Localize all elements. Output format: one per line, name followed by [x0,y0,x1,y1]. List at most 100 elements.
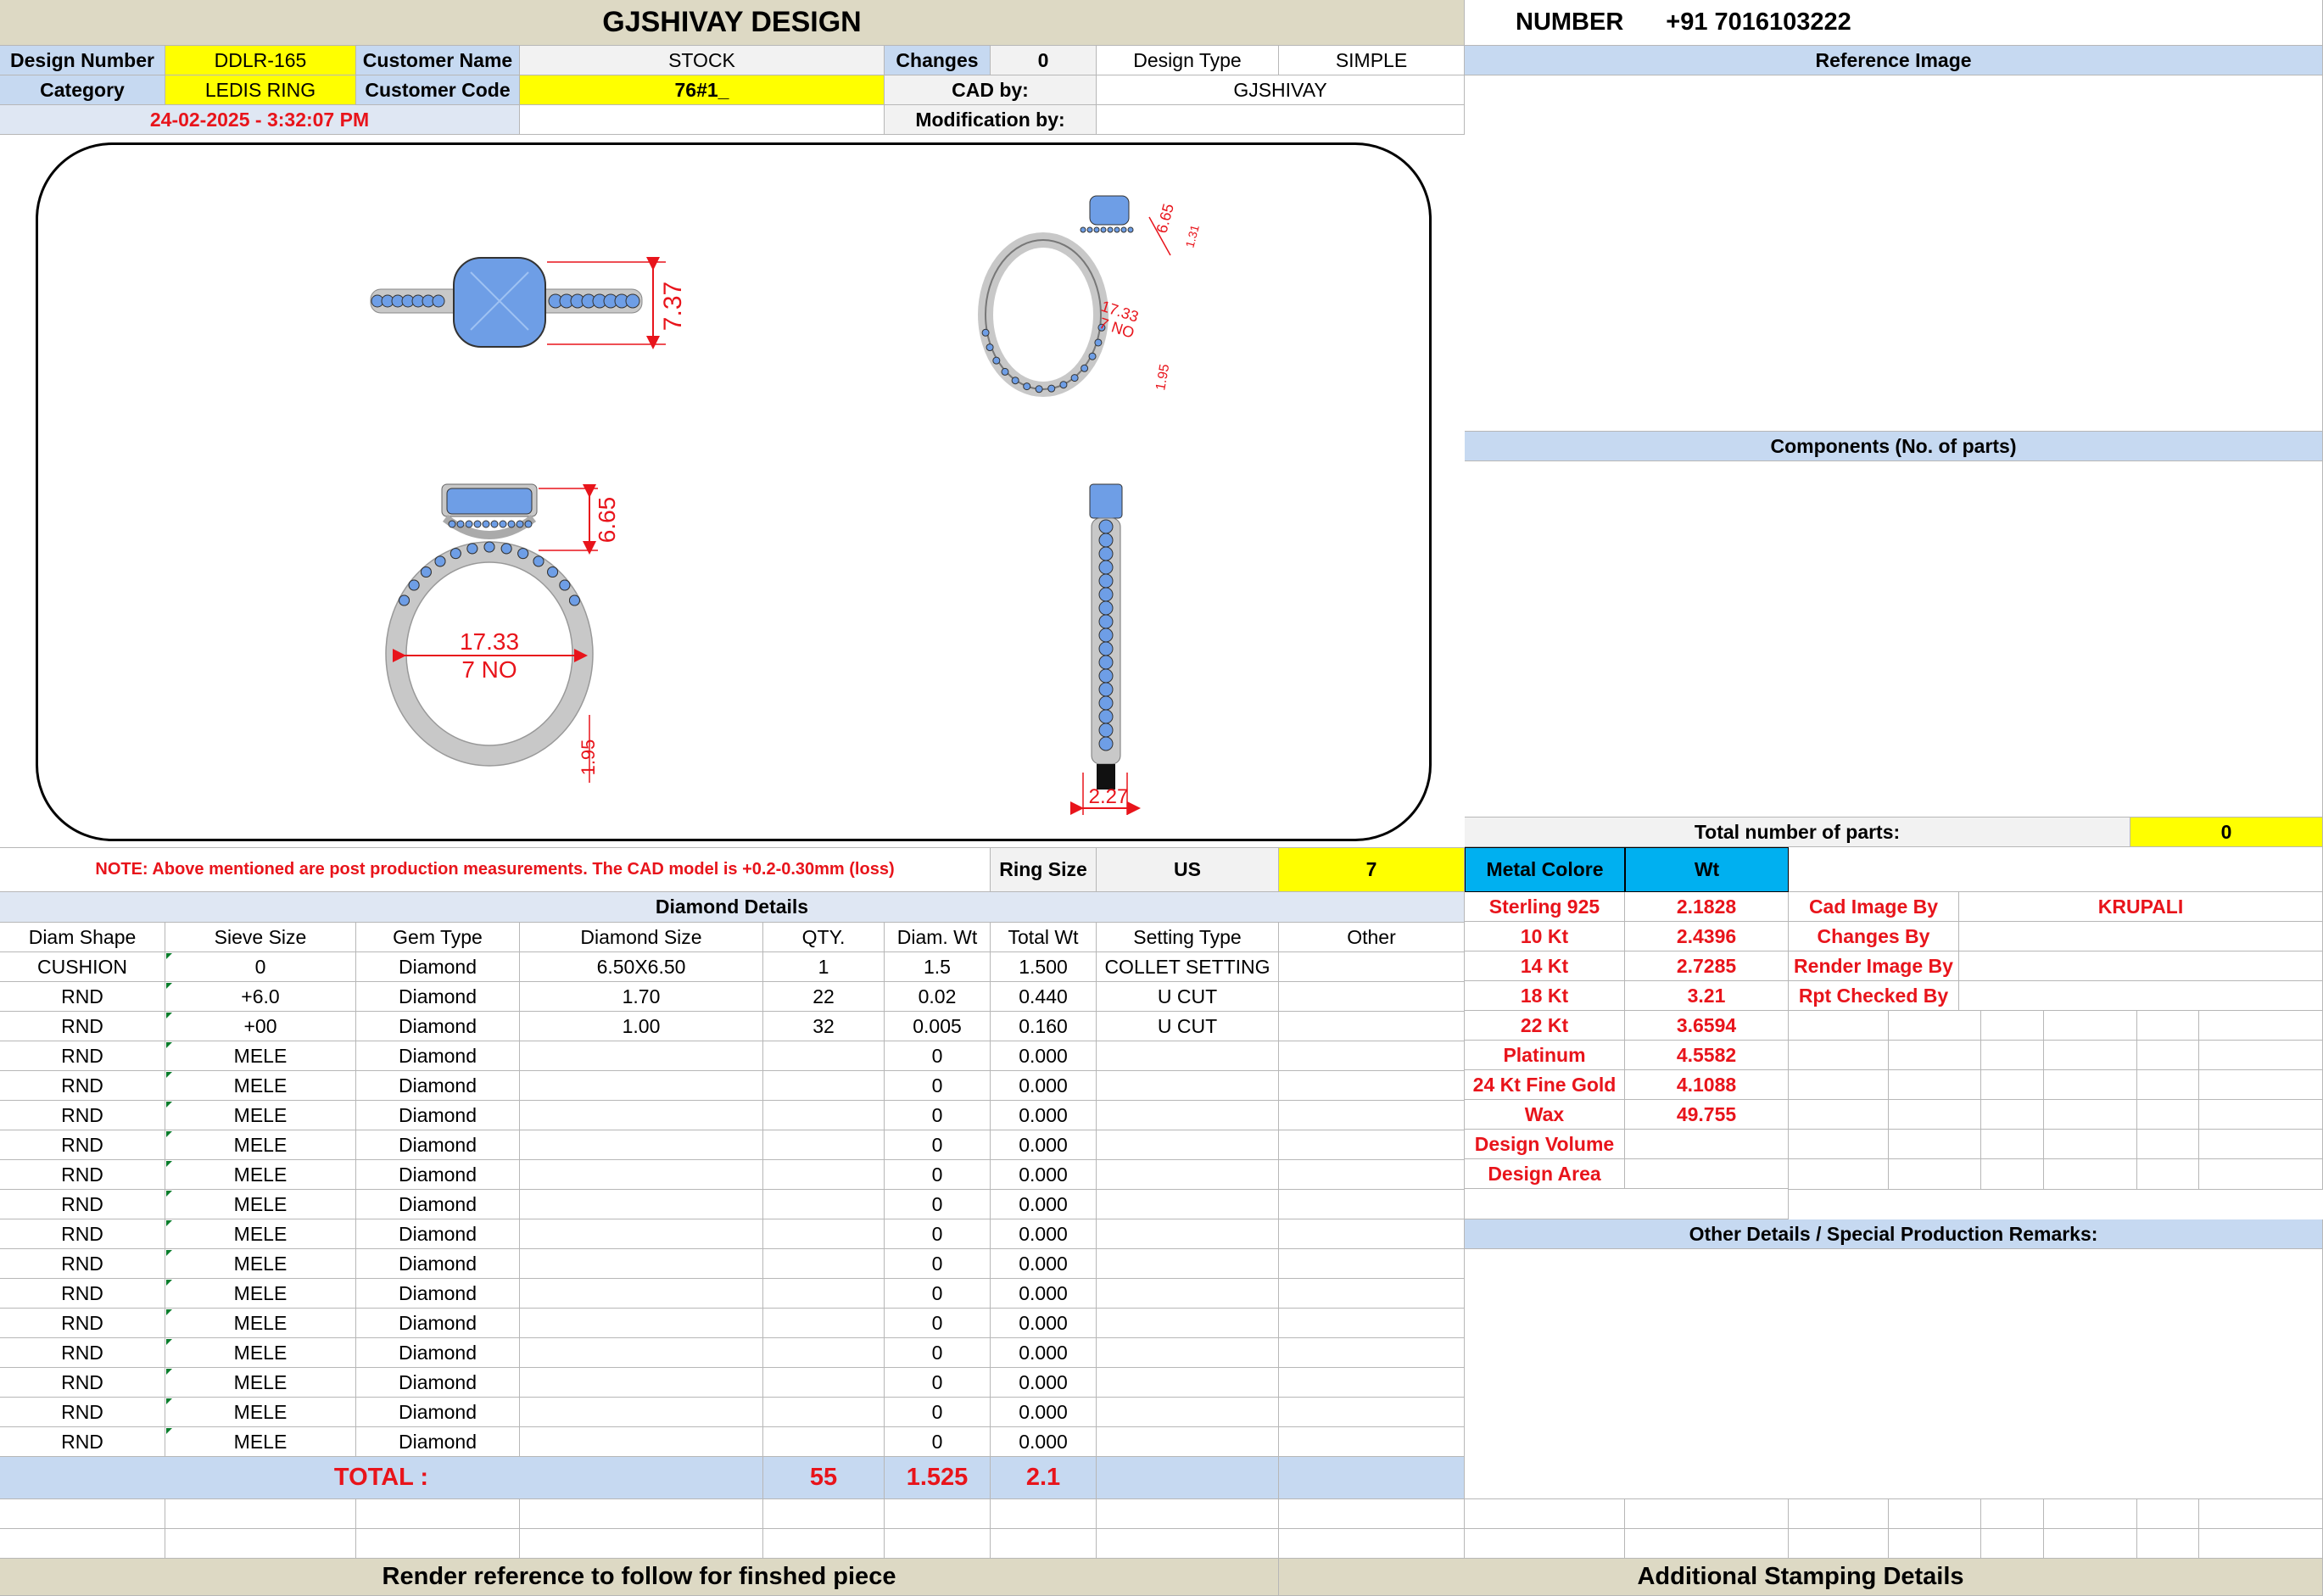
blank-cell[interactable] [885,1499,991,1529]
blank-cell[interactable] [165,1499,356,1529]
diamond-cell[interactable]: 0.000 [991,1071,1097,1101]
diamond-cell[interactable]: 0.000 [991,1279,1097,1309]
diamond-cell[interactable]: 0.000 [991,1398,1097,1427]
diamond-cell[interactable]: Diamond [356,1041,520,1071]
diamond-cell[interactable]: 6.50X6.50 [520,952,763,982]
customer-name-value[interactable]: STOCK [520,46,885,75]
diamond-cell[interactable]: MELE [165,1398,356,1427]
diamond-cell[interactable]: RND [0,1279,165,1309]
diamond-cell[interactable] [1279,1130,1465,1160]
diamond-cell[interactable]: U CUT [1097,982,1279,1012]
diamond-cell[interactable]: MELE [165,1427,356,1457]
grid-cell[interactable] [1981,1070,2044,1100]
diamond-cell[interactable]: 0 [885,1190,991,1219]
diamond-cell[interactable]: Diamond [356,982,520,1012]
diamond-cell[interactable] [1279,1338,1465,1368]
blank-cell[interactable] [520,1529,763,1559]
grid-cell[interactable] [1889,1011,1981,1041]
grid-cell[interactable] [2044,1070,2137,1100]
diamond-cell[interactable] [763,1130,885,1160]
diamond-cell[interactable]: 0 [885,1249,991,1279]
ring-size-value[interactable]: 7 [1279,847,1465,892]
customer-code-value[interactable]: 76#1_ [520,75,885,105]
diamond-cell[interactable]: RND [0,1309,165,1338]
diamond-cell[interactable] [1279,1219,1465,1249]
diamond-cell[interactable] [1279,1368,1465,1398]
grid-cell[interactable] [1981,1041,2044,1070]
grid-cell[interactable] [1981,1100,2044,1130]
diamond-cell[interactable] [520,1130,763,1160]
diamond-cell[interactable]: 0.000 [991,1101,1097,1130]
blank-cell[interactable] [2137,1499,2199,1529]
grid-cell[interactable] [1889,1070,1981,1100]
blank-cell[interactable] [1981,1499,2044,1529]
diamond-cell[interactable]: 0.000 [991,1309,1097,1338]
credit-value[interactable] [1959,922,2323,951]
metal-weight[interactable]: 2.4396 [1625,922,1789,951]
grid-cell[interactable] [1981,1130,2044,1159]
diamond-cell[interactable] [763,1279,885,1309]
diamond-cell[interactable] [520,1398,763,1427]
diamond-cell[interactable] [520,1041,763,1071]
grid-cell[interactable] [1789,1130,1889,1159]
grid-cell[interactable] [1789,1070,1889,1100]
diamond-cell[interactable]: Diamond [356,1309,520,1338]
diamond-cell[interactable] [520,1309,763,1338]
diamond-cell[interactable] [520,1160,763,1190]
diamond-cell[interactable]: 0.000 [991,1160,1097,1190]
total-parts-value[interactable]: 0 [2130,818,2323,847]
diamond-cell[interactable] [763,1041,885,1071]
metal-weight[interactable]: 3.6594 [1625,1011,1789,1041]
grid-cell[interactable] [2199,1100,2323,1130]
diamond-cell[interactable]: 1.70 [520,982,763,1012]
diamond-cell[interactable]: 0 [885,1041,991,1071]
diamond-cell[interactable] [763,1398,885,1427]
blank-cell[interactable] [2199,1529,2323,1559]
diamond-cell[interactable] [1097,1219,1279,1249]
diamond-cell[interactable] [1279,1012,1465,1041]
blank-cell[interactable] [885,1529,991,1559]
grid-cell[interactable] [2199,1130,2323,1159]
diamond-cell[interactable]: U CUT [1097,1012,1279,1041]
credit-value[interactable] [1959,951,2323,981]
other-details-area[interactable] [1465,1249,2323,1499]
metal-weight[interactable]: 3.21 [1625,981,1789,1011]
credit-value[interactable] [1959,981,2323,1011]
blank-cell[interactable] [165,1529,356,1559]
diamond-cell[interactable] [520,1279,763,1309]
diamond-cell[interactable]: RND [0,1071,165,1101]
diamond-cell[interactable]: MELE [165,1130,356,1160]
category-value[interactable]: LEDIS RING [165,75,356,105]
diamond-cell[interactable]: MELE [165,1309,356,1338]
diamond-cell[interactable]: MELE [165,1219,356,1249]
credit-value[interactable]: KRUPALI [1959,892,2323,922]
blank-cell[interactable] [0,1529,165,1559]
design-number-value[interactable]: DDLR-165 [165,46,356,75]
diamond-cell[interactable]: Diamond [356,1101,520,1130]
diamond-cell[interactable] [1279,1160,1465,1190]
diamond-cell[interactable] [1279,952,1465,982]
diamond-cell[interactable]: 0 [885,1219,991,1249]
grid-cell[interactable] [1789,1100,1889,1130]
diamond-cell[interactable] [1097,1190,1279,1219]
diamond-cell[interactable]: RND [0,1130,165,1160]
blank-cell[interactable] [1625,1529,1789,1559]
diamond-cell[interactable]: 32 [763,1012,885,1041]
grid-cell[interactable] [2137,1041,2199,1070]
diamond-cell[interactable]: 0.440 [991,982,1097,1012]
blank-cell[interactable] [2199,1499,2323,1529]
diamond-cell[interactable] [763,1219,885,1249]
diamond-cell[interactable]: Diamond [356,1130,520,1160]
diamond-cell[interactable]: Diamond [356,1071,520,1101]
blank-cell[interactable] [1465,1499,1625,1529]
diamond-cell[interactable]: RND [0,1190,165,1219]
grid-cell[interactable] [1889,1159,1981,1190]
diamond-cell[interactable]: Diamond [356,1279,520,1309]
diamond-cell[interactable]: 1.500 [991,952,1097,982]
grid-cell[interactable] [2044,1011,2137,1041]
grid-cell[interactable] [2137,1159,2199,1190]
diamond-cell[interactable]: MELE [165,1249,356,1279]
grid-cell[interactable] [1889,1041,1981,1070]
blank-cell[interactable] [520,1499,763,1529]
diamond-cell[interactable] [1097,1041,1279,1071]
